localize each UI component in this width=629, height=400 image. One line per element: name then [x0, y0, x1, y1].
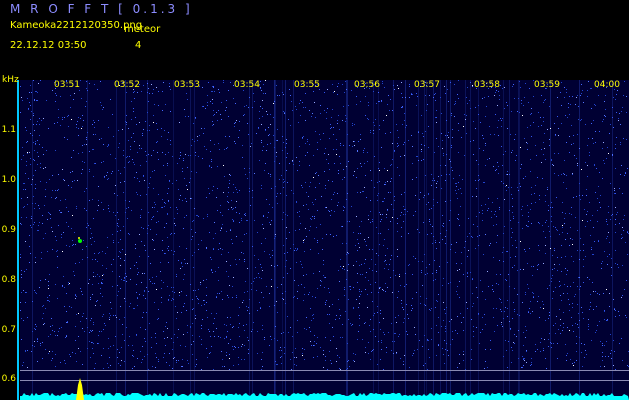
- meteor-echo-marker: [78, 237, 82, 243]
- meteor-spike: [76, 378, 84, 400]
- signal-trace-layer: [20, 237, 629, 400]
- signal-trace: [20, 393, 629, 400]
